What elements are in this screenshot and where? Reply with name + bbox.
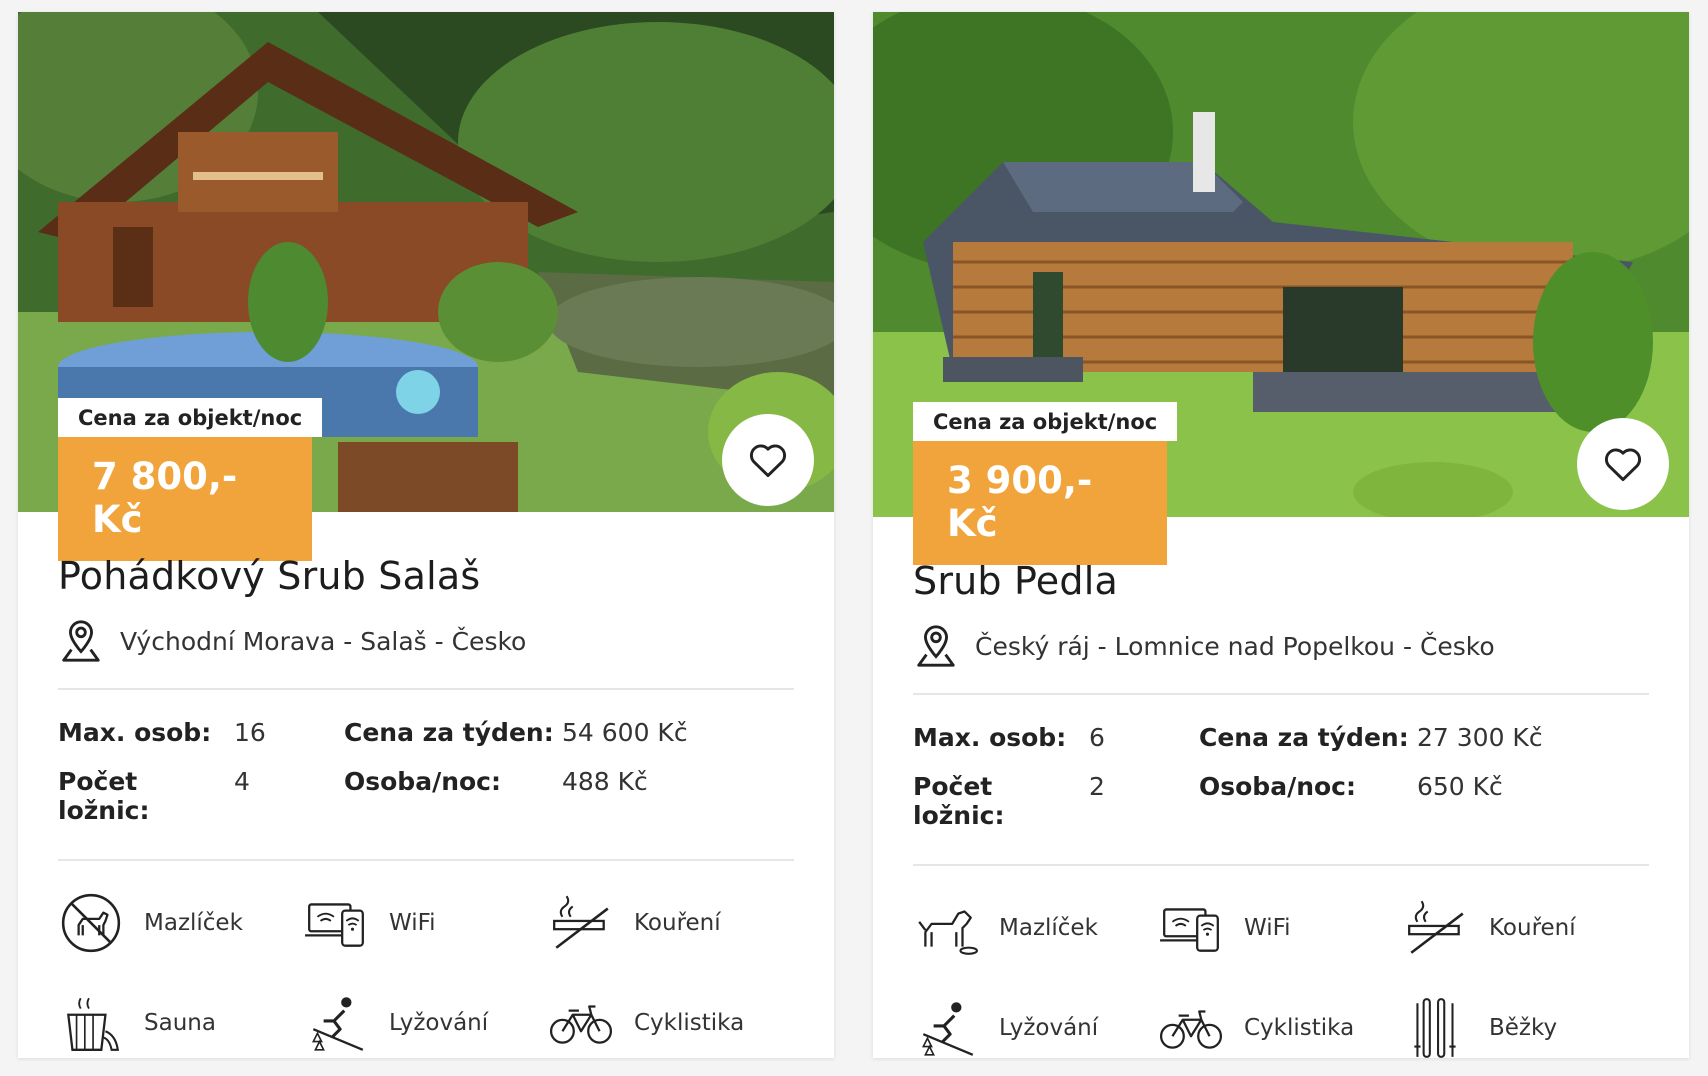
bedrooms-label: Počet ložnic: (58, 767, 150, 825)
feature-item: Běžky (1403, 992, 1649, 1058)
location-row: Český ráj - Lomnice nad Popelkou - Česko (913, 623, 1649, 669)
person-night-value: 488 Kč (562, 767, 648, 796)
divider (913, 693, 1649, 695)
max-guests-label: Max. osob: (913, 723, 1067, 752)
bicycle-icon (549, 1005, 613, 1044)
features-grid: Mazlíček WiFi Kouření (913, 892, 1649, 1058)
feature-label: Běžky (1489, 1015, 1558, 1041)
map-pin-icon (917, 625, 955, 667)
heart-icon (1604, 448, 1642, 482)
max-guests-value: 6 (1089, 723, 1105, 752)
week-price-label: Cena za týden: (344, 718, 554, 747)
listing-title[interactable]: Srub Pedla (913, 559, 1649, 603)
map-pin-icon (62, 620, 100, 662)
no-smoking-icon (553, 895, 609, 949)
feature-item: WiFi (303, 887, 548, 959)
wifi-devices-icon (305, 903, 364, 947)
feature-item: Lyžování (303, 987, 548, 1058)
listing-card[interactable]: Cena za objekt/noc 7 800,- Kč Pohádkový … (18, 12, 834, 1058)
listing-card[interactable]: Cena za objekt/noc 3 900,- Kč Srub Pedla… (873, 12, 1689, 1058)
feature-label: Kouření (1489, 915, 1576, 941)
location-text: Východní Morava - Salaš - Česko (120, 626, 527, 656)
person-night-label: Osoba/noc: (1199, 772, 1356, 801)
week-price-value: 54 600 Kč (562, 718, 688, 747)
no-smoking-icon (1408, 900, 1464, 954)
feature-item: Kouření (1403, 892, 1649, 964)
no-pet-icon (61, 893, 121, 953)
stats-grid: Max. osob: 6 Cena za týden: 27 300 Kč Po… (913, 723, 1649, 830)
cross-country-ski-icon (1414, 998, 1456, 1058)
week-price-label: Cena za týden: (1199, 723, 1409, 752)
location-row: Východní Morava - Salaš - Česko (58, 618, 794, 664)
feature-item: WiFi (1158, 892, 1403, 964)
heart-icon (749, 444, 787, 478)
price-badge: Cena za objekt/noc 3 900,- Kč (913, 402, 1178, 565)
person-night-value: 650 Kč (1417, 772, 1503, 801)
skiing-icon (311, 997, 364, 1051)
location-text: Český ráj - Lomnice nad Popelkou - Česko (975, 631, 1495, 661)
feature-label: WiFi (1244, 915, 1291, 941)
feature-item: Kouření (548, 887, 794, 959)
feature-label: Mazlíček (999, 915, 1098, 941)
feature-item: Sauna (58, 987, 303, 1058)
feature-label: WiFi (389, 910, 436, 936)
listing-title[interactable]: Pohádkový Srub Salaš (58, 554, 794, 598)
divider (58, 688, 794, 690)
week-price-value: 27 300 Kč (1417, 723, 1543, 752)
feature-item: Mazlíček (58, 887, 303, 959)
price-badge: Cena za objekt/noc 7 800,- Kč (58, 398, 323, 561)
feature-item: Cyklistika (548, 987, 794, 1058)
bedrooms-value: 2 (1089, 772, 1105, 801)
price-label: Cena za objekt/noc (58, 398, 323, 437)
price-label: Cena za objekt/noc (913, 402, 1178, 441)
sauna-bucket-icon (67, 997, 120, 1051)
feature-label: Lyžování (999, 1015, 1099, 1041)
stats-grid: Max. osob: 16 Cena za týden: 54 600 Kč P… (58, 718, 794, 825)
wifi-devices-icon (1160, 908, 1219, 952)
features-grid: Mazlíček WiFi Kouření (58, 887, 794, 1058)
feature-label: Cyklistika (1244, 1015, 1355, 1041)
divider (913, 864, 1649, 866)
favorite-button[interactable] (1577, 418, 1669, 510)
feature-label: Cyklistika (634, 1010, 745, 1036)
bedrooms-value: 4 (234, 767, 250, 796)
person-night-label: Osoba/noc: (344, 767, 501, 796)
favorite-button[interactable] (722, 414, 814, 506)
feature-item: Cyklistika (1158, 992, 1403, 1058)
feature-label: Mazlíček (144, 910, 243, 936)
feature-label: Kouření (634, 910, 721, 936)
max-guests-value: 16 (234, 718, 266, 747)
feature-label: Lyžování (389, 1010, 489, 1036)
max-guests-label: Max. osob: (58, 718, 212, 747)
feature-item: Mazlíček (913, 892, 1158, 964)
bedrooms-label: Počet ložnic: (913, 772, 1005, 830)
pet-icon (918, 910, 978, 955)
skiing-icon (921, 1002, 974, 1056)
feature-label: Sauna (144, 1010, 216, 1036)
bicycle-icon (1159, 1010, 1223, 1049)
divider (58, 859, 794, 861)
feature-item: Lyžování (913, 992, 1158, 1058)
